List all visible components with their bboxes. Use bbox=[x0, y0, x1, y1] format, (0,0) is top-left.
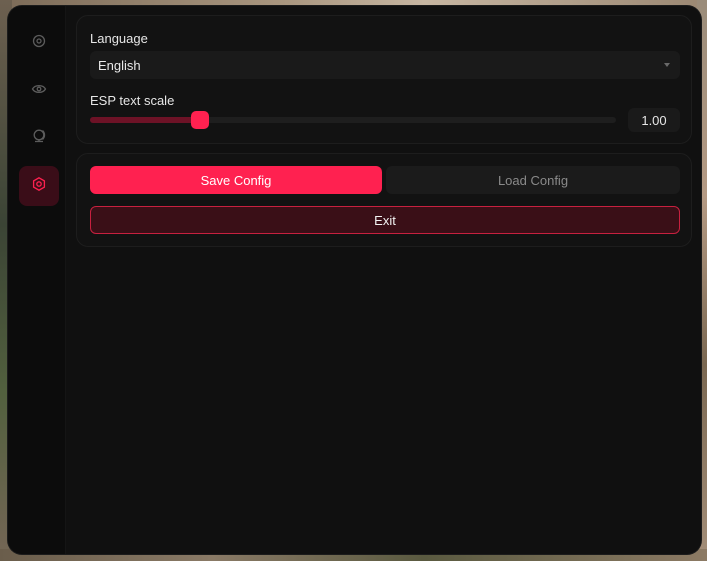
slider-thumb[interactable] bbox=[191, 111, 210, 129]
exit-button[interactable]: Exit bbox=[90, 206, 680, 234]
sidebar-item-visuals[interactable] bbox=[19, 71, 59, 111]
esp-text-scale-value[interactable]: 1.00 bbox=[628, 108, 680, 132]
crosshair-icon bbox=[31, 33, 47, 54]
general-settings-panel: Language English ESP text scale 1.00 bbox=[76, 15, 692, 144]
sidebar-item-world[interactable] bbox=[19, 118, 59, 158]
load-config-button[interactable]: Load Config bbox=[386, 166, 680, 194]
settings-icon bbox=[31, 176, 47, 197]
esp-text-scale-label: ESP text scale bbox=[90, 93, 175, 108]
eye-icon bbox=[31, 81, 47, 102]
language-select[interactable]: English bbox=[90, 51, 680, 79]
menu-window: Language English ESP text scale 1.00 Sav… bbox=[8, 6, 701, 554]
language-value: English bbox=[98, 57, 141, 73]
config-panel: Save Config Load Config Exit bbox=[76, 153, 692, 247]
globe-icon bbox=[31, 128, 47, 149]
chevron-down-icon bbox=[664, 63, 670, 67]
slider-fill bbox=[90, 117, 201, 123]
language-label: Language bbox=[90, 31, 148, 46]
sidebar-item-settings[interactable] bbox=[19, 166, 59, 206]
esp-text-scale-slider[interactable] bbox=[90, 111, 616, 129]
save-config-button[interactable]: Save Config bbox=[90, 166, 382, 194]
sidebar bbox=[8, 6, 66, 554]
sidebar-item-aim[interactable] bbox=[19, 23, 59, 63]
